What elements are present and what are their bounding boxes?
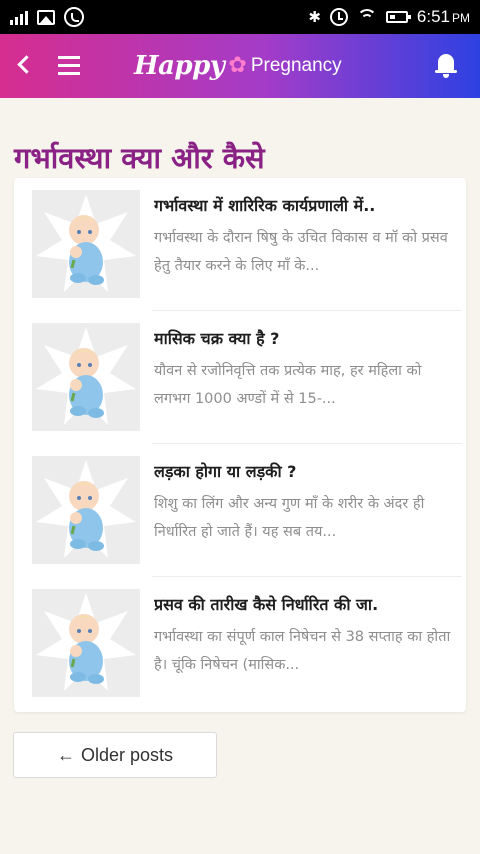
post-item[interactable]: लड़का होगा या लड़की ? शिशु का लिंग और अन… xyxy=(32,444,460,576)
gallery-icon xyxy=(37,9,55,25)
status-bar: ✱ 6:51 PM xyxy=(0,0,480,34)
menu-button[interactable] xyxy=(58,56,80,76)
older-posts-button[interactable]: ← Older posts xyxy=(13,732,217,778)
baby-thumbnail-icon[interactable] xyxy=(32,323,140,431)
wifi-icon xyxy=(356,9,377,25)
page-title: गर्भावस्था क्या और कैसे xyxy=(14,141,265,175)
post-item[interactable]: गर्भावस्था में शारिरिक कार्यप्रणाली में.… xyxy=(32,178,460,310)
baby-thumbnail-icon[interactable] xyxy=(32,456,140,564)
status-time-ampm: PM xyxy=(452,11,470,25)
post-item[interactable]: प्रसव की तारीख कैसे निर्धारित की जा. गर्… xyxy=(32,577,460,709)
status-bar-left xyxy=(10,7,84,27)
baby-thumbnail-icon[interactable] xyxy=(32,190,140,298)
status-time: 6:51 PM xyxy=(417,7,470,27)
arrow-left-icon: ← xyxy=(56,745,75,765)
older-posts-label: Older posts xyxy=(80,744,174,765)
post-list: गर्भावस्था में शारिरिक कार्यप्रणाली में.… xyxy=(14,178,466,712)
notification-button[interactable] xyxy=(432,50,460,80)
post-excerpt: गर्भावस्था के दौरान षिषु के उचित विकास व… xyxy=(154,230,448,274)
post-excerpt: यौवन से रजोनिवृत्ति तक प्रत्येक माह, हर … xyxy=(154,363,422,407)
post-excerpt: शिशु का लिंग और अन्य गुण माँ के शरीर के … xyxy=(154,496,425,540)
post-title[interactable]: लड़का होगा या लड़की ? xyxy=(154,460,464,482)
post-excerpt: गर्भावस्था का संपूर्ण काल निषेचन से 38 स… xyxy=(154,629,451,673)
baby-thumbnail-icon[interactable] xyxy=(32,589,140,697)
flower-icon: ✿ xyxy=(228,53,247,78)
post-title[interactable]: प्रसव की तारीख कैसे निर्धारित की जा. xyxy=(154,593,464,615)
post-item[interactable]: मासिक चक्र क्या है ? यौवन से रजोनिवृत्ति… xyxy=(32,311,460,443)
bluetooth-icon: ✱ xyxy=(308,7,321,26)
brand-pregnancy: Pregnancy xyxy=(250,55,342,76)
signal-icon xyxy=(10,9,28,25)
brand-logo: Happy ✿ Pregnancy xyxy=(134,48,342,84)
status-time-value: 6:51 xyxy=(416,7,450,26)
post-title[interactable]: गर्भावस्था में शारिरिक कार्यप्रणाली में.… xyxy=(154,194,464,216)
status-bar-right: ✱ 6:51 PM xyxy=(308,7,470,27)
post-title[interactable]: मासिक चक्र क्या है ? xyxy=(154,327,464,349)
brand-happy: Happy xyxy=(134,51,225,81)
whatsapp-icon xyxy=(64,7,84,27)
back-button[interactable] xyxy=(14,54,36,78)
battery-icon xyxy=(385,11,411,23)
alarm-icon xyxy=(329,8,348,26)
app-header: Happy ✿ Pregnancy xyxy=(0,34,480,98)
